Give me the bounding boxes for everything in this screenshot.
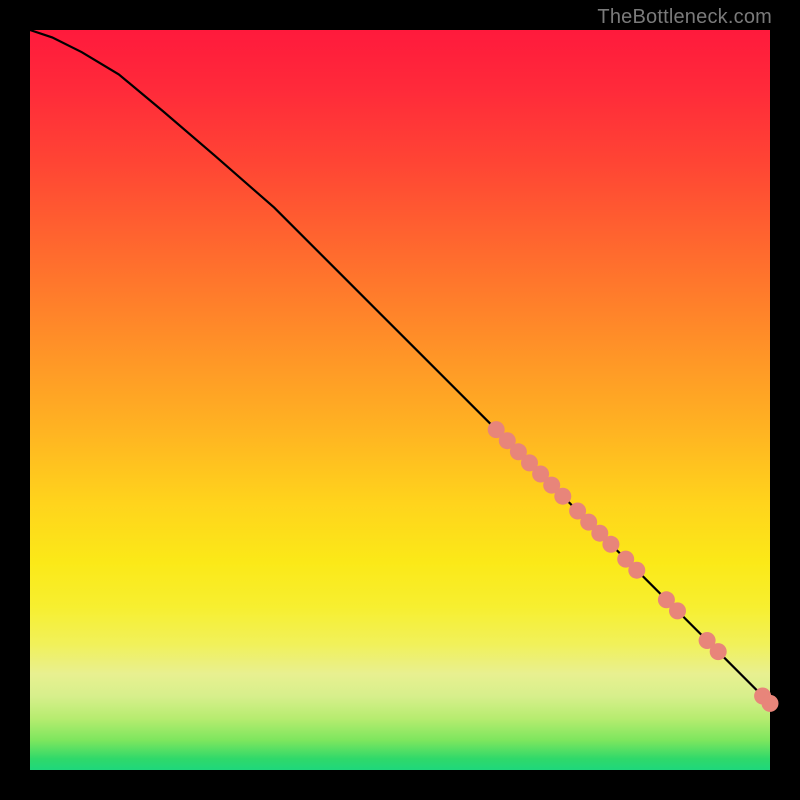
data-marker [762, 695, 779, 712]
attribution-label: TheBottleneck.com [597, 6, 772, 29]
chart-svg [30, 30, 770, 770]
data-marker [669, 602, 686, 619]
chart-frame: TheBottleneck.com [0, 0, 800, 800]
plot-area [30, 30, 770, 770]
data-marker [628, 562, 645, 579]
data-marker [554, 488, 571, 505]
data-marker [602, 536, 619, 553]
data-marker [710, 643, 727, 660]
